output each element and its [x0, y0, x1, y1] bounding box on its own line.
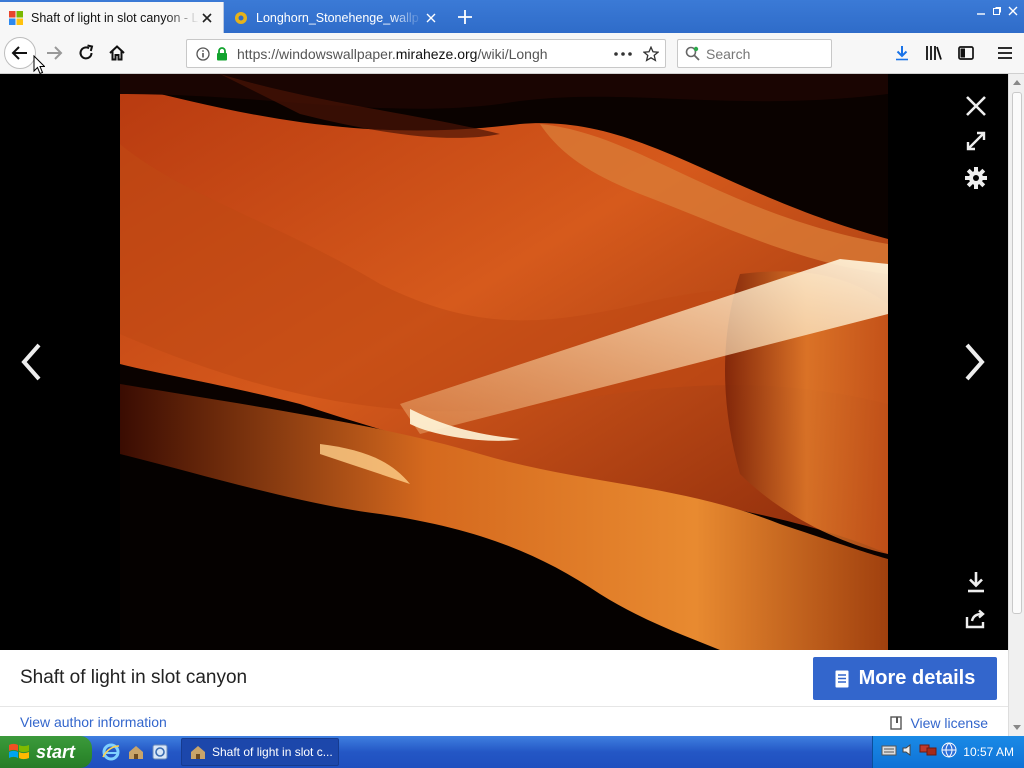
license-document-icon [890, 716, 903, 730]
page-actions-icon[interactable] [609, 51, 637, 56]
settings-button[interactable] [962, 164, 990, 192]
address-bar[interactable]: https://windowswallpaper.miraheze.org/wi… [186, 39, 666, 68]
show-desktop-icon[interactable] [126, 742, 146, 762]
gear-favicon-icon [235, 11, 247, 24]
mouse-cursor-icon [33, 55, 45, 75]
media-viewer [0, 74, 1008, 650]
new-tab-button[interactable] [452, 6, 478, 28]
close-window-icon[interactable] [1008, 3, 1018, 16]
fullscreen-icon [966, 131, 986, 151]
license-label: View license [910, 715, 988, 731]
fullscreen-button[interactable] [962, 127, 990, 155]
more-details-label: More details [858, 667, 976, 689]
settings-gear-icon [965, 167, 987, 189]
network-icon[interactable] [919, 743, 937, 762]
image-caption: Shaft of light in slot canyon [20, 667, 248, 688]
back-arrow-icon [11, 46, 27, 60]
author-info-link[interactable]: View author information [20, 714, 167, 730]
windows-taskbar: start Shaft of light in slot c... 10:57 … [0, 736, 1024, 768]
slot-canyon-photo [120, 74, 888, 650]
page-scrollbar[interactable] [1008, 74, 1024, 736]
internet-explorer-icon[interactable] [101, 742, 121, 762]
home-button[interactable] [101, 37, 133, 69]
start-label: start [36, 741, 76, 762]
metadata-bar: View author information View license [0, 706, 1008, 736]
download-icon [896, 46, 908, 61]
download-image-button[interactable] [962, 568, 990, 596]
search-box[interactable]: Search [677, 39, 832, 68]
menu-button[interactable] [990, 37, 1020, 69]
bookmark-star-icon[interactable] [637, 45, 665, 62]
tab-strip: Shaft of light in slot canyon - L Longho… [0, 0, 1024, 33]
restore-icon[interactable] [992, 3, 1002, 15]
navigation-toolbar: https://windowswallpaper.miraheze.org/wi… [0, 33, 1024, 74]
info-icon[interactable] [193, 46, 213, 61]
clock[interactable]: 10:57 AM [963, 745, 1014, 759]
tab-title: Shaft of light in slot canyon - L [31, 10, 199, 25]
menu-icon [998, 47, 1012, 59]
library-button[interactable] [919, 37, 949, 69]
task-app-icon [191, 746, 205, 759]
share-button[interactable] [962, 605, 990, 633]
sidebar-button[interactable] [951, 37, 981, 69]
reload-icon [79, 44, 94, 60]
library-icon [926, 46, 942, 60]
scroll-down-icon[interactable] [1009, 720, 1024, 736]
url-domain: miraheze.org [395, 45, 478, 62]
close-tab-icon[interactable] [199, 10, 215, 26]
document-icon [835, 670, 849, 687]
system-tray: 10:57 AM [872, 736, 1024, 768]
url-text[interactable]: https://windowswallpaper.miraheze.org/wi… [237, 46, 609, 62]
home-icon [109, 45, 125, 61]
tab-title: Longhorn_Stonehenge_wallp [256, 10, 419, 25]
license-link[interactable]: View license [890, 715, 988, 731]
next-image-button[interactable] [958, 340, 992, 384]
search-placeholder: Search [706, 45, 751, 62]
screen: Shaft of light in slot canyon - L Longho… [0, 0, 1024, 768]
download-icon [968, 572, 984, 593]
search-icon [678, 46, 706, 61]
keyboard-icon[interactable] [881, 743, 897, 762]
tab-shaft-of-light[interactable]: Shaft of light in slot canyon - L [0, 2, 224, 33]
url-path: /wiki/Longh [477, 45, 548, 62]
tab-longhorn-stonehenge[interactable]: Longhorn_Stonehenge_wallp [225, 2, 447, 33]
close-tab-icon[interactable] [423, 10, 439, 26]
media-player-icon[interactable] [150, 742, 170, 762]
forward-arrow-icon [47, 46, 63, 60]
more-details-button[interactable]: More details [813, 657, 997, 700]
minimize-icon[interactable] [976, 3, 986, 15]
previous-image-button[interactable] [14, 340, 48, 384]
window-controls [976, 3, 1018, 16]
scroll-up-icon[interactable] [1009, 74, 1024, 90]
next-chevron-icon [965, 343, 985, 381]
plus-icon [458, 10, 472, 24]
sidebar-icon [958, 46, 974, 60]
start-button[interactable]: start [0, 736, 92, 768]
prev-chevron-icon [21, 343, 41, 381]
url-prefix: https://windowswallpaper. [237, 45, 396, 62]
globe-icon[interactable] [941, 742, 957, 763]
windows-logo-icon [9, 743, 29, 760]
scroll-thumb[interactable] [1012, 92, 1022, 614]
task-label: Shaft of light in slot c... [212, 745, 333, 759]
share-icon [965, 609, 985, 629]
volume-icon[interactable] [901, 743, 915, 762]
secure-lock-icon[interactable] [213, 46, 231, 61]
close-icon [966, 96, 986, 116]
back-button[interactable] [4, 37, 36, 69]
caption-panel: Shaft of light in slot canyon More detai… [0, 650, 1008, 706]
windows-favicon-icon [9, 10, 23, 25]
downloads-button[interactable] [887, 37, 917, 69]
reload-button[interactable] [70, 37, 102, 69]
taskbar-task-browser[interactable]: Shaft of light in slot c... [181, 738, 339, 766]
close-viewer-button[interactable] [962, 92, 990, 120]
